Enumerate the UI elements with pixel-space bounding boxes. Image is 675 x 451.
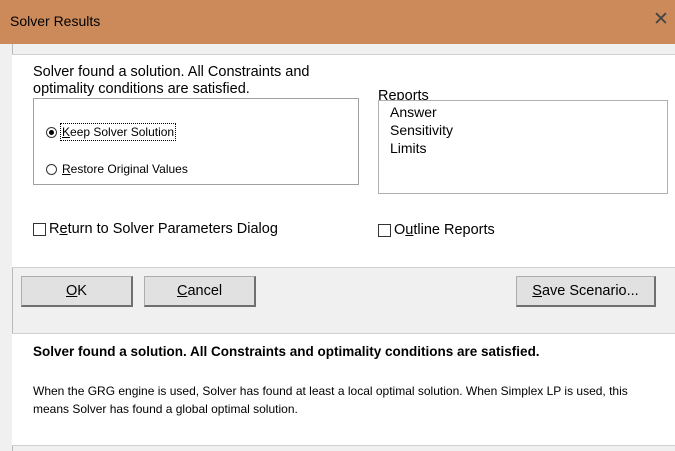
- restore-original-values-label: Restore Original Values: [62, 162, 188, 176]
- outline-reports-checkbox[interactable]: Outline Reports: [378, 221, 495, 239]
- details-panel: Solver found a solution. All Constraints…: [12, 333, 675, 446]
- radio-unselected-icon[interactable]: [46, 163, 57, 175]
- details-body-line-2: means Solver has found a global optimal …: [33, 402, 298, 416]
- cancel-button[interactable]: Cancel: [144, 276, 256, 307]
- return-to-solver-parameters-checkbox[interactable]: Return to Solver Parameters Dialog: [33, 220, 278, 238]
- checkbox-icon[interactable]: [33, 222, 46, 236]
- keep-solver-solution-radio[interactable]: Keep Solver Solution: [46, 123, 177, 141]
- title-bar: Solver Results ✕: [0, 0, 675, 44]
- solution-option-group: Keep Solver Solution Restore Original Va…: [33, 98, 359, 185]
- restore-original-values-radio[interactable]: Restore Original Values: [46, 160, 188, 178]
- radio-selected-icon[interactable]: [46, 126, 57, 138]
- ok-button[interactable]: OK: [21, 276, 133, 307]
- report-item-limits[interactable]: Limits: [390, 139, 667, 157]
- report-item-answer[interactable]: Answer: [390, 103, 667, 121]
- results-panel: Solver found a solution. All Constraints…: [12, 54, 675, 268]
- window-title: Solver Results: [10, 13, 101, 29]
- result-message-line-1: Solver found a solution. All Constraints…: [33, 64, 310, 80]
- result-message: Solver found a solution. All Constraints…: [33, 64, 309, 98]
- return-to-solver-parameters-label: Return to Solver Parameters Dialog: [49, 221, 278, 237]
- details-body: When the GRG engine is used, Solver has …: [33, 382, 668, 418]
- outline-reports-label: Outline Reports: [394, 222, 495, 238]
- details-body-line-1: When the GRG engine is used, Solver has …: [33, 384, 628, 398]
- report-item-sensitivity[interactable]: Sensitivity: [390, 121, 667, 139]
- close-icon[interactable]: ✕: [651, 8, 671, 32]
- reports-listbox[interactable]: Answer Sensitivity Limits: [378, 100, 668, 194]
- keep-solver-solution-label: Keep Solver Solution: [59, 123, 177, 141]
- checkbox-icon[interactable]: [378, 223, 391, 237]
- save-scenario-button[interactable]: Save Scenario...: [516, 276, 656, 307]
- details-heading: Solver found a solution. All Constraints…: [33, 344, 540, 359]
- result-message-line-2: optimality conditions are satisfied.: [33, 81, 250, 97]
